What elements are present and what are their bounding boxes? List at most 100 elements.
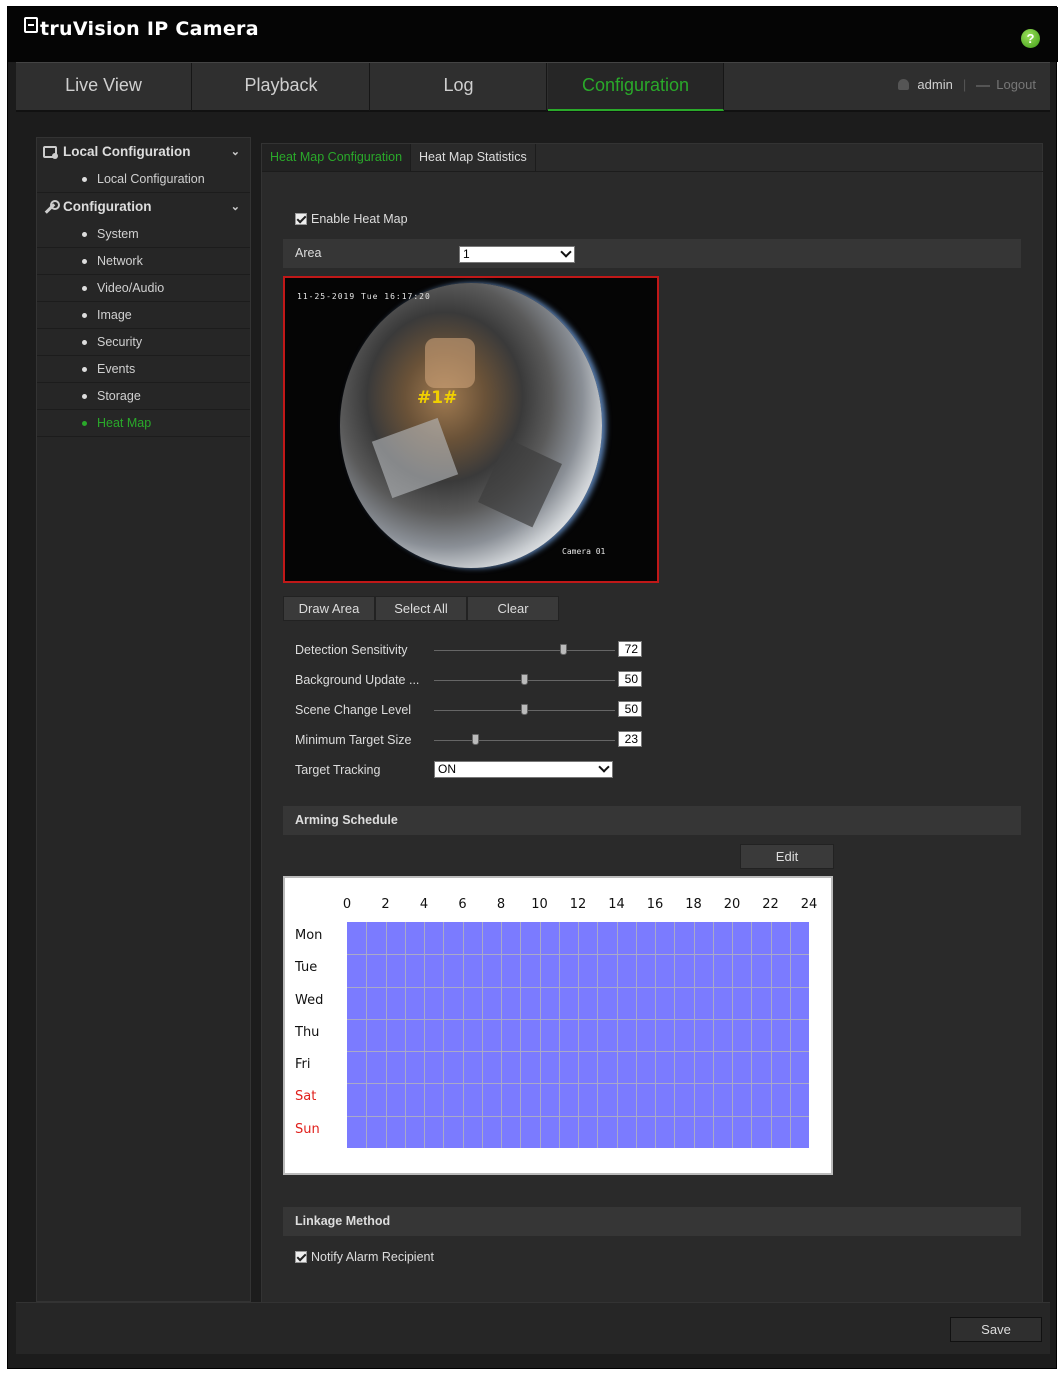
hour-label: 12 bbox=[569, 897, 587, 912]
app-brand: truVision IP Camera bbox=[24, 17, 259, 40]
nav-separator: | bbox=[962, 77, 967, 92]
minimum-target-size-slider[interactable] bbox=[434, 740, 615, 741]
grid-line bbox=[539, 922, 541, 1148]
grid-line bbox=[578, 922, 579, 1148]
hour-label: 2 bbox=[381, 897, 390, 912]
background-update-value[interactable]: 50 bbox=[618, 671, 642, 687]
hour-label: 18 bbox=[685, 897, 702, 912]
schedule-cells[interactable] bbox=[347, 922, 809, 1148]
tab-log[interactable]: Log bbox=[371, 63, 547, 111]
minimum-target-size-thumb[interactable] bbox=[471, 734, 479, 745]
save-button[interactable]: Save bbox=[950, 1317, 1042, 1342]
draw-area-button[interactable]: Draw Area bbox=[283, 596, 375, 621]
sidebar-item-local-configuration[interactable]: Local Configuration bbox=[37, 166, 250, 193]
sidebar-item-security[interactable]: Security bbox=[37, 329, 250, 356]
area-select[interactable]: 1 bbox=[459, 246, 575, 263]
hour-label: 8 bbox=[496, 897, 506, 912]
scene-change-level-label: Scene Change Level bbox=[295, 703, 412, 717]
day-label-wed: Wed bbox=[295, 992, 324, 1008]
background-update-thumb[interactable] bbox=[520, 674, 528, 685]
tab-playback[interactable]: Playback bbox=[193, 63, 370, 111]
user-icon bbox=[898, 79, 910, 90]
detection-sensitivity-row: Detection Sensitivity 72 bbox=[295, 641, 655, 661]
grid-line bbox=[520, 922, 522, 1148]
sidebar-item-network[interactable]: Network bbox=[37, 248, 250, 275]
checkbox-checked-icon[interactable] bbox=[295, 213, 307, 225]
chevron-down-icon: ⌄ bbox=[230, 146, 240, 158]
sidebar-section-configuration[interactable]: Configuration ⌄ bbox=[37, 193, 250, 221]
day-label-thu: Thu bbox=[295, 1024, 320, 1040]
hour-label: 10 bbox=[531, 897, 548, 912]
clear-button[interactable]: Clear bbox=[467, 596, 559, 621]
minimum-target-size-value[interactable]: 23 bbox=[618, 731, 642, 747]
grid-line bbox=[347, 986, 809, 988]
help-icon[interactable]: ? bbox=[1021, 29, 1040, 48]
minimum-target-size-label: Minimum Target Size bbox=[295, 733, 412, 747]
tab-live-view[interactable]: Live View bbox=[16, 63, 192, 111]
detection-sensitivity-label: Detection Sensitivity bbox=[295, 643, 408, 657]
detection-sensitivity-slider[interactable] bbox=[434, 650, 615, 651]
chevron-down-icon bbox=[560, 246, 572, 258]
sidebar-item-system[interactable]: System bbox=[37, 221, 250, 248]
day-label-sun: Sun bbox=[295, 1121, 320, 1137]
chevron-down-icon bbox=[598, 761, 610, 773]
detection-sensitivity-thumb[interactable] bbox=[560, 644, 568, 655]
select-all-button[interactable]: Select All bbox=[375, 596, 467, 621]
hour-label: 0 bbox=[342, 897, 352, 912]
hour-label: 22 bbox=[762, 897, 779, 912]
logout-icon bbox=[976, 79, 991, 87]
grid-line bbox=[347, 954, 809, 956]
app-title: truVision IP Camera bbox=[40, 18, 259, 40]
grid-line bbox=[789, 922, 791, 1148]
sidebar-item-events[interactable]: Events bbox=[37, 356, 250, 383]
target-tracking-value: ON bbox=[438, 762, 456, 776]
chevron-down-icon: ⌄ bbox=[230, 201, 240, 213]
sidebar-section-local-configuration[interactable]: Local Configuration ⌄ bbox=[37, 138, 250, 166]
hour-label: 24 bbox=[800, 897, 818, 912]
scene-change-level-value[interactable]: 50 bbox=[618, 701, 642, 717]
tab-divider bbox=[262, 171, 1044, 172]
grid-line bbox=[347, 1083, 809, 1085]
sidebar-item-video-audio[interactable]: Video/Audio bbox=[37, 275, 250, 302]
day-label-fri: Fri bbox=[295, 1057, 311, 1073]
sidebar-section-label: Local Configuration bbox=[63, 144, 191, 159]
main-nav: Live View Playback Log Configuration adm… bbox=[16, 62, 1050, 112]
minimum-target-size-row: Minimum Target Size 23 bbox=[295, 731, 655, 751]
enable-heat-map-checkbox[interactable]: Enable Heat Map bbox=[295, 212, 408, 226]
tab-configuration[interactable]: Configuration bbox=[548, 63, 724, 111]
hour-label: 16 bbox=[646, 897, 664, 912]
sidebar-item-heat-map[interactable]: Heat Map bbox=[37, 410, 250, 437]
grid-line bbox=[385, 922, 387, 1148]
scene-change-level-row: Scene Change Level 50 bbox=[295, 701, 655, 721]
sidebar-item-image[interactable]: Image bbox=[37, 302, 250, 329]
wrench-icon bbox=[43, 200, 60, 213]
footer-bar: Save bbox=[16, 1302, 1050, 1354]
fisheye-image bbox=[340, 283, 602, 568]
edit-schedule-button[interactable]: Edit bbox=[740, 844, 834, 869]
sidebar-item-storage[interactable]: Storage bbox=[37, 383, 250, 410]
fisheye-light-region bbox=[425, 338, 475, 388]
tab-heat-map-statistics[interactable]: Heat Map Statistics bbox=[411, 144, 536, 171]
detection-sensitivity-value[interactable]: 72 bbox=[618, 641, 642, 657]
scene-change-level-thumb[interactable] bbox=[520, 704, 528, 715]
target-tracking-select[interactable]: ON bbox=[434, 761, 613, 778]
grid-line bbox=[501, 922, 502, 1148]
hour-label: 20 bbox=[723, 897, 741, 912]
camera-logo-icon bbox=[24, 17, 38, 33]
grid-line bbox=[424, 922, 425, 1148]
logout-link[interactable]: Logout bbox=[996, 77, 1036, 92]
tab-heat-map-configuration[interactable]: Heat Map Configuration bbox=[262, 144, 412, 171]
day-label-sat: Sat bbox=[295, 1089, 317, 1105]
background-update-row: Background Update ... 50 bbox=[295, 671, 655, 691]
grid-line bbox=[366, 922, 368, 1148]
user-name[interactable]: admin bbox=[917, 77, 952, 92]
panel-tabs: Heat Map Configuration Heat Map Statisti… bbox=[262, 144, 536, 172]
local-config-icon bbox=[43, 146, 58, 159]
notify-alarm-recipient-checkbox[interactable]: Notify Alarm Recipient bbox=[295, 1250, 434, 1264]
grid-line bbox=[347, 1018, 809, 1020]
grid-line bbox=[347, 1051, 809, 1053]
checkbox-checked-icon[interactable] bbox=[295, 1251, 307, 1263]
grid-line bbox=[597, 922, 599, 1148]
video-preview[interactable]: #1# 11-25-2019 Tue 16:17:20 Camera 01 bbox=[283, 276, 659, 583]
notify-alarm-recipient-label: Notify Alarm Recipient bbox=[311, 1250, 434, 1264]
